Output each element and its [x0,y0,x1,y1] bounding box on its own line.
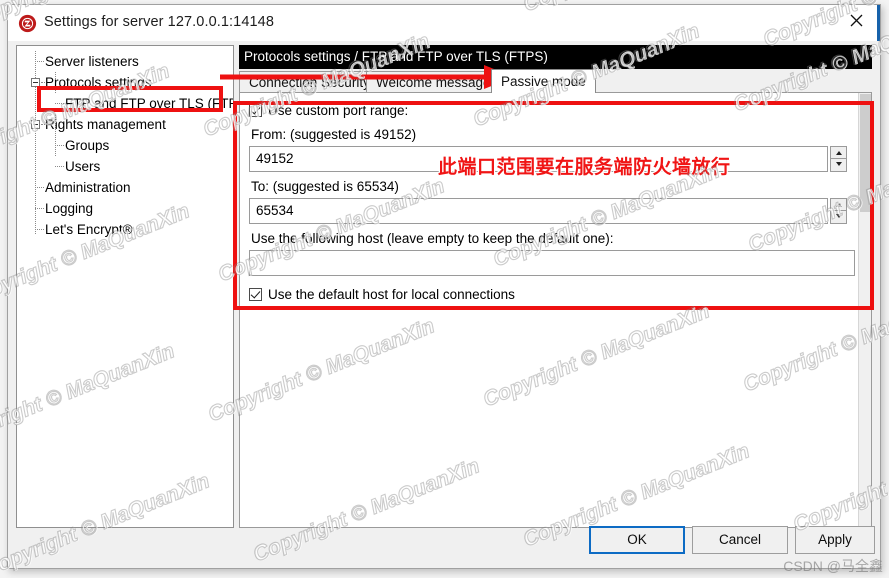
window-titlebar: Settings for server 127.0.0.1:14148 [8,5,880,41]
ok-button[interactable]: OK [589,526,685,554]
collapse-icon[interactable] [31,120,40,129]
settings-main-panel: Protocols settings / FTP and FTP over TL… [239,45,874,528]
passive-mode-form: Use custom port range: From: (suggested … [249,101,855,304]
spinner-up-icon[interactable] [830,146,847,159]
dialog-button-bar: OK Cancel Apply [8,512,880,568]
host-field-row [249,250,855,276]
sidebar-item-label: Administration [45,180,131,195]
tree-tick [35,61,44,62]
sidebar-item-ftp-ftps[interactable]: FTP and FTP over TLS (FTPS) [17,93,233,114]
spinner-down-icon[interactable] [830,211,847,224]
tab-passive-mode[interactable]: Passive mode [491,69,596,93]
tree-tick [35,187,44,188]
tab-welcome-message[interactable]: Welcome message [366,71,501,93]
filezilla-server-icon [18,14,37,33]
host-input[interactable] [249,250,855,276]
sidebar-item-lets-encrypt[interactable]: Let's Encrypt® [17,219,233,240]
from-port-input[interactable]: 49152 [249,146,828,172]
from-port-field-row: 49152 [249,146,855,172]
tree-tick [55,166,64,167]
settings-window: Settings for server 127.0.0.1:14148 Serv… [7,4,881,569]
from-port-label: From: (suggested is 49152) [251,127,417,142]
window-body: Server listeners Protocols settings FTP … [8,41,880,568]
use-custom-port-range-checkbox[interactable] [249,104,262,117]
sidebar-item-label: FTP and FTP over TLS (FTPS) [65,96,234,111]
sidebar-item-administration[interactable]: Administration [17,177,233,198]
default-host-checkbox[interactable] [249,288,262,301]
sidebar-item-rights-management[interactable]: Rights management [17,114,233,135]
to-port-spinner[interactable] [830,198,847,224]
tree-tick [55,145,64,146]
sidebar-item-label: Server listeners [45,54,139,69]
tab-strip: Connection Security Welcome message Pass… [239,69,872,93]
sidebar-item-label: Rights management [45,117,166,132]
sidebar-item-logging[interactable]: Logging [17,198,233,219]
to-port-input[interactable]: 65534 [249,198,828,224]
spinner-up-icon[interactable] [830,198,847,211]
to-port-label: To: (suggested is 65534) [251,179,399,194]
sidebar-item-label: Protocols settings [45,75,152,90]
sidebar-item-groups[interactable]: Groups [17,135,233,156]
host-label: Use the following host (leave empty to k… [251,231,614,246]
close-icon[interactable] [834,5,880,35]
spinner-down-icon[interactable] [830,159,847,172]
from-port-spinner[interactable] [830,146,847,172]
scrollbar-thumb[interactable] [860,94,871,212]
sidebar-item-users[interactable]: Users [17,156,233,177]
sidebar-item-label: Users [65,159,101,174]
sidebar-item-label: Groups [65,138,110,153]
tree-tick [35,229,44,230]
tree-tick [35,208,44,209]
use-custom-port-range-label: Use custom port range: [268,103,409,118]
screenshot-root: Settings for server 127.0.0.1:14148 Serv… [0,0,889,578]
sidebar-item-label: Let's Encrypt® [45,222,133,237]
default-host-row[interactable]: Use the default host for local connectio… [249,285,855,304]
default-host-label: Use the default host for local connectio… [268,287,515,302]
settings-tree: Server listeners Protocols settings FTP … [17,46,233,240]
window-title: Settings for server 127.0.0.1:14148 [44,14,275,30]
tab-connection-security[interactable]: Connection Security [239,71,380,93]
passive-mode-panel: Use custom port range: From: (suggested … [239,92,872,528]
use-custom-port-range-row[interactable]: Use custom port range: [249,101,855,120]
sidebar-item-label: Logging [45,201,94,216]
cancel-button[interactable]: Cancel [692,526,788,554]
tree-tick [55,103,64,104]
breadcrumb: Protocols settings / FTP and FTP over TL… [239,45,872,69]
to-port-field-row: 65534 [249,198,855,224]
sidebar-item-protocols-settings[interactable]: Protocols settings [17,72,233,93]
sidebar-item-server-listeners[interactable]: Server listeners [17,51,233,72]
settings-tree-panel[interactable]: Server listeners Protocols settings FTP … [16,45,234,528]
collapse-icon[interactable] [31,78,40,87]
apply-button[interactable]: Apply [795,526,875,554]
vertical-scrollbar[interactable] [858,93,871,527]
